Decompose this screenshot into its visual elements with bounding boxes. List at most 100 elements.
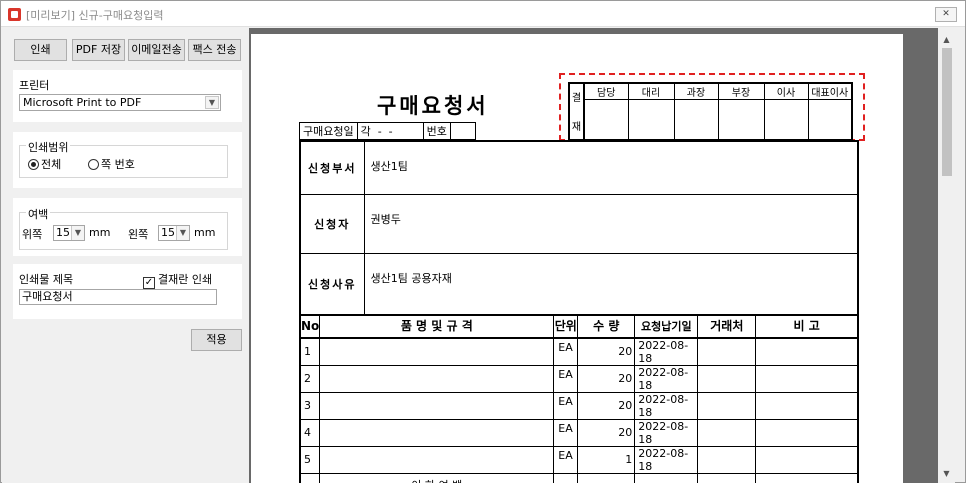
approval-sign-cell (717, 99, 765, 140)
row-qty: 20 (577, 418, 636, 447)
row-qty: 20 (577, 391, 636, 420)
table-row: - 이 하 여 백 - (299, 472, 859, 483)
table-row: 2 EA 20 2022-08-18 (299, 364, 859, 393)
column-header-due: 요청납기일 (634, 314, 699, 339)
reason-value: 생산1팀 공용자재 (363, 252, 859, 316)
request-date-row: 구매요청일 각 - - 번호 (299, 122, 476, 140)
column-header-qty: 수 량 (577, 314, 636, 339)
column-header-name: 품 명 및 규 격 (319, 314, 555, 339)
row-no: 1 (299, 337, 321, 366)
row-no: 3 (299, 391, 321, 420)
table-row: 1 EA 20 2022-08-18 (299, 337, 859, 366)
row-note (755, 391, 859, 420)
margin-top-value: 15 (56, 226, 70, 239)
vertical-scrollbar[interactable]: ▲ ▼ (938, 28, 955, 483)
approval-position: 대리 (627, 82, 675, 100)
row-note (755, 472, 859, 483)
number-value (449, 122, 476, 140)
close-icon[interactable]: ✕ (935, 7, 957, 22)
apply-button[interactable]: 적용 (191, 329, 242, 351)
preview-window: [미리보기] 신규-구매요청입력 ✕ 인쇄 PDF 저장 이메일전송 팩스 전송… (0, 0, 966, 483)
department-label: 신청부서 (299, 140, 365, 195)
radio-selected-icon (28, 159, 39, 170)
approval-table: 결 재 담당 대리 과장 부장 이사 대표이사 (568, 82, 853, 141)
row-name (319, 337, 555, 366)
row-unit: EA (553, 445, 579, 474)
email-send-button[interactable]: 이메일전송 (128, 39, 185, 61)
scroll-down-icon[interactable]: ▼ (938, 465, 955, 482)
margin-top-label: 위쪽 (22, 228, 43, 241)
margin-left-unit: mm (194, 226, 216, 239)
row-vendor (697, 418, 757, 447)
fax-send-button[interactable]: 팩스 전송 (188, 39, 241, 61)
print-range-all-radio[interactable]: 전체 (28, 156, 61, 172)
title-bar: [미리보기] 신규-구매요청입력 ✕ (1, 1, 965, 27)
chevron-down-icon[interactable]: ▼ (71, 226, 84, 240)
print-title-label: 인쇄물 제목 (19, 273, 74, 286)
app-icon (8, 8, 21, 21)
approval-side-label: 결 재 (568, 82, 585, 140)
margin-left-value: 15 (161, 226, 175, 239)
approval-position: 부장 (717, 82, 765, 100)
request-info-table: 신청부서 생산1팀 신청자 권병두 신청사유 생산1팀 공용자재 (299, 140, 859, 316)
print-button[interactable]: 인쇄 (14, 39, 67, 61)
row-no: 5 (299, 445, 321, 474)
approval-side-top: 결 (571, 93, 582, 105)
print-range-label: 인쇄범위 (26, 139, 71, 155)
approval-position: 대표이사 (807, 82, 853, 100)
print-range-section: 인쇄범위 전체 쪽 번호 (13, 132, 242, 188)
row-note (755, 418, 859, 447)
chevron-down-icon[interactable]: ▼ (176, 226, 189, 240)
row-due (634, 472, 699, 483)
row-vendor (697, 364, 757, 393)
column-header-no: No (299, 314, 321, 339)
row-no: 4 (299, 418, 321, 447)
reason-label: 신청사유 (299, 252, 365, 316)
scroll-up-icon[interactable]: ▲ (938, 31, 955, 48)
approval-sign-cell (763, 99, 809, 140)
chevron-down-icon[interactable]: ▼ (205, 96, 219, 109)
request-date-label: 구매요청일 (299, 122, 358, 140)
print-range-pages-radio[interactable]: 쪽 번호 (88, 156, 135, 172)
print-title-input[interactable]: 구매요청서 (19, 289, 217, 305)
scroll-thumb[interactable] (942, 48, 952, 176)
row-note (755, 337, 859, 366)
save-pdf-button[interactable]: PDF 저장 (72, 39, 125, 61)
row-unit (553, 472, 579, 483)
row-qty: 1 (577, 445, 636, 474)
margin-top-input[interactable]: 15 ▼ (53, 225, 85, 241)
print-approval-checkbox[interactable]: ✓ 결재란 인쇄 (143, 271, 212, 289)
row-no (299, 472, 321, 483)
row-qty: 20 (577, 337, 636, 366)
approval-sign-cell (673, 99, 719, 140)
row-no: 2 (299, 364, 321, 393)
applicant-value: 권병두 (363, 193, 859, 254)
blank-note: - 이 하 여 백 - (319, 472, 555, 483)
table-row: 4 EA 20 2022-08-18 (299, 418, 859, 447)
table-row: 3 EA 20 2022-08-18 (299, 391, 859, 420)
margin-left-input[interactable]: 15 ▼ (158, 225, 190, 241)
row-due: 2022-08-18 (634, 391, 699, 420)
row-qty (577, 472, 636, 483)
printer-selected-value: Microsoft Print to PDF (23, 96, 142, 109)
row-name (319, 391, 555, 420)
print-approval-label: 결재란 인쇄 (158, 273, 213, 286)
row-note (755, 445, 859, 474)
column-header-unit: 단위 (553, 314, 579, 339)
row-name (319, 445, 555, 474)
window-title: [미리보기] 신규-구매요청입력 (26, 9, 164, 22)
approval-side-bottom: 재 (571, 122, 582, 134)
printer-select[interactable]: Microsoft Print to PDF ▼ (19, 94, 221, 111)
approval-sign-cell (807, 99, 853, 140)
row-note (755, 364, 859, 393)
row-vendor (697, 337, 757, 366)
row-due: 2022-08-18 (634, 445, 699, 474)
print-options-panel: 인쇄 PDF 저장 이메일전송 팩스 전송 프린터 Microsoft Prin… (2, 28, 249, 483)
radio-unselected-icon (88, 159, 99, 170)
row-unit: EA (553, 337, 579, 366)
row-due: 2022-08-18 (634, 337, 699, 366)
row-unit: EA (553, 418, 579, 447)
document-title: 구매요청서 (377, 94, 489, 118)
print-range-pages-label: 쪽 번호 (101, 158, 135, 171)
print-title-section: 인쇄물 제목 ✓ 결재란 인쇄 구매요청서 (13, 264, 242, 319)
